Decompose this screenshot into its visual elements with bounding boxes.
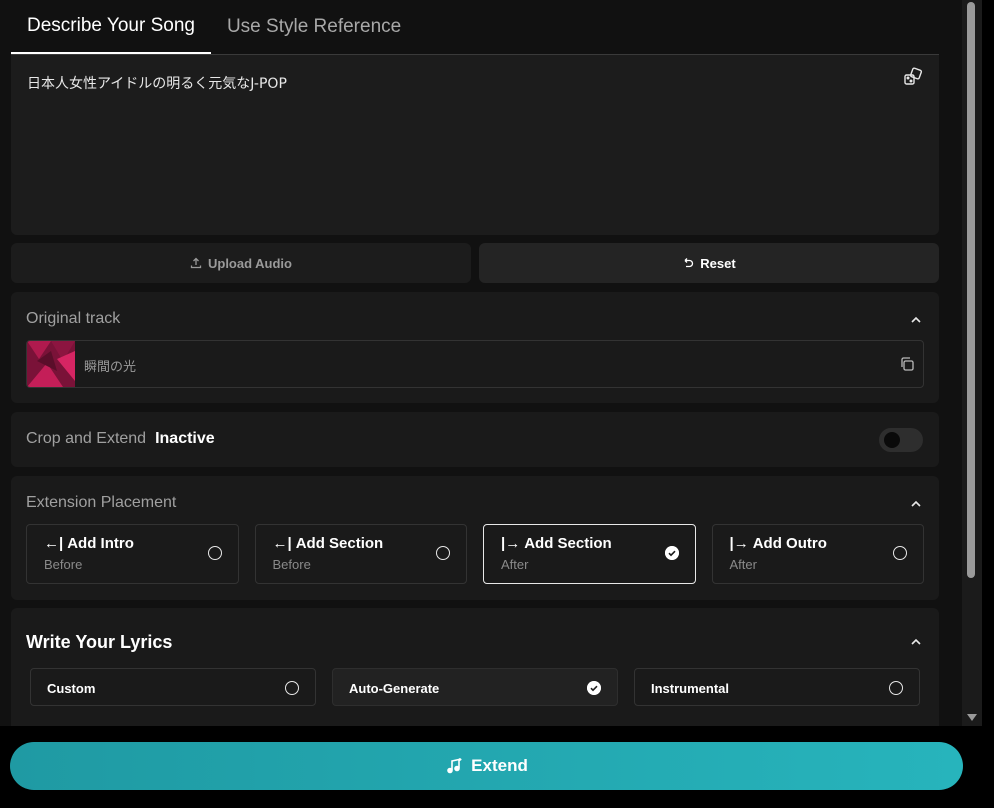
tab-bar: Describe Your Song Use Style Reference: [11, 0, 939, 55]
radio-checked-icon: [587, 681, 601, 695]
placement-option-sub: After: [729, 557, 757, 572]
placement-option-title: |→ Add Section: [501, 535, 612, 552]
lyrics-option-auto-generate[interactable]: Auto-Generate: [332, 668, 618, 706]
radio-unchecked-icon: [893, 546, 907, 560]
music-note-sparkle-icon: [447, 758, 462, 774]
radio-checked-icon: [664, 546, 679, 560]
lyrics-option-label: Custom: [47, 681, 96, 696]
placement-option-title: ←| Add Intro: [44, 535, 134, 552]
upload-audio-label: Upload Audio: [207, 255, 292, 271]
extend-label: Extend: [471, 756, 528, 775]
lyrics-option-label: Auto-Generate: [349, 681, 440, 696]
reset-button[interactable]: Reset: [479, 243, 939, 283]
crop-extend-status: Inactive: [155, 430, 215, 447]
crop-extend-toggle[interactable]: [879, 428, 923, 452]
action-buttons: Upload Audio Reset: [11, 243, 939, 283]
reset-label: Reset: [700, 255, 736, 271]
scrollbar-thumb[interactable]: [967, 2, 975, 578]
upload-icon: [190, 257, 202, 269]
track-name: 瞬間の光: [84, 360, 137, 375]
copy-icon[interactable]: [899, 356, 915, 372]
placement-add-section-after[interactable]: |→ Add Section After: [483, 524, 696, 584]
placement-add-intro-before[interactable]: ←| Add Intro Before: [26, 524, 239, 584]
vertical-scrollbar[interactable]: [962, 0, 982, 726]
original-track-row: 瞬間の光: [26, 340, 924, 388]
arrow-right-bar-icon: |→: [501, 535, 521, 552]
placement-option-title: |→ Add Outro: [729, 535, 827, 552]
radio-unchecked-icon: [436, 546, 450, 560]
scroll-down-arrow-icon[interactable]: [967, 714, 977, 721]
undo-icon: [684, 258, 694, 268]
chevron-up-icon[interactable]: [909, 635, 923, 649]
arrow-left-bar-icon: ←|: [44, 535, 64, 552]
chevron-up-icon[interactable]: [909, 313, 923, 327]
placement-option-title: ←| Add Section: [272, 535, 384, 552]
upload-audio-button[interactable]: Upload Audio: [11, 243, 471, 283]
radio-unchecked-icon: [285, 681, 299, 695]
lyrics-title: Write Your Lyrics: [26, 632, 173, 652]
song-description-text: 日本人女性アイドルの明るく元気なJ-POP: [27, 76, 287, 92]
radio-unchecked-icon: [207, 546, 222, 560]
placement-add-section-before[interactable]: ←| Add Section Before: [254, 524, 467, 584]
lyrics-options: Custom Auto-Generate Instrumental: [30, 668, 920, 706]
crop-extend-panel: Crop and Extend Inactive: [11, 412, 939, 467]
radio-unchecked-icon: [889, 681, 903, 695]
footer-bar: Extend: [0, 726, 982, 808]
dice-icon[interactable]: [903, 67, 923, 87]
extension-placement-title: Extension Placement: [26, 494, 177, 511]
placement-option-sub: Before: [44, 557, 83, 572]
lyrics-panel: Write Your Lyrics Custom Auto-Generate I…: [11, 608, 939, 726]
arrow-right-bar-icon: |→: [729, 535, 749, 552]
tab-describe-your-song[interactable]: Describe Your Song: [11, 0, 211, 54]
chevron-up-icon[interactable]: [909, 497, 923, 511]
main-scroll-area: Describe Your Song Use Style Reference 日…: [0, 0, 962, 726]
lyrics-option-label: Instrumental: [651, 681, 730, 696]
placement-option-sub: After: [501, 557, 529, 572]
lyrics-option-instrumental[interactable]: Instrumental: [634, 668, 920, 706]
arrow-left-bar-icon: ←|: [272, 535, 292, 552]
tab-use-style-reference[interactable]: Use Style Reference: [211, 0, 417, 54]
song-description-textarea[interactable]: 日本人女性アイドルの明るく元気なJ-POP: [11, 55, 939, 235]
original-track-title: Original track: [26, 310, 121, 327]
extension-placement-panel: Extension Placement ←| Add Intro Before …: [11, 476, 939, 600]
placement-option-sub: Before: [272, 557, 311, 572]
window-edge: [982, 0, 994, 808]
original-track-panel: Original track 瞬間の光: [11, 292, 939, 403]
placement-options: ←| Add Intro Before ←| Add Section Befor…: [26, 524, 924, 584]
toggle-knob: [884, 432, 900, 448]
track-cover-art: [27, 341, 75, 387]
extend-button[interactable]: Extend: [10, 742, 963, 790]
crop-extend-title: Crop and Extend: [26, 430, 147, 447]
crop-extend-header: Crop and Extend Inactive: [26, 430, 215, 448]
lyrics-option-custom[interactable]: Custom: [30, 668, 316, 706]
placement-add-outro-after[interactable]: |→ Add Outro After: [711, 524, 924, 584]
